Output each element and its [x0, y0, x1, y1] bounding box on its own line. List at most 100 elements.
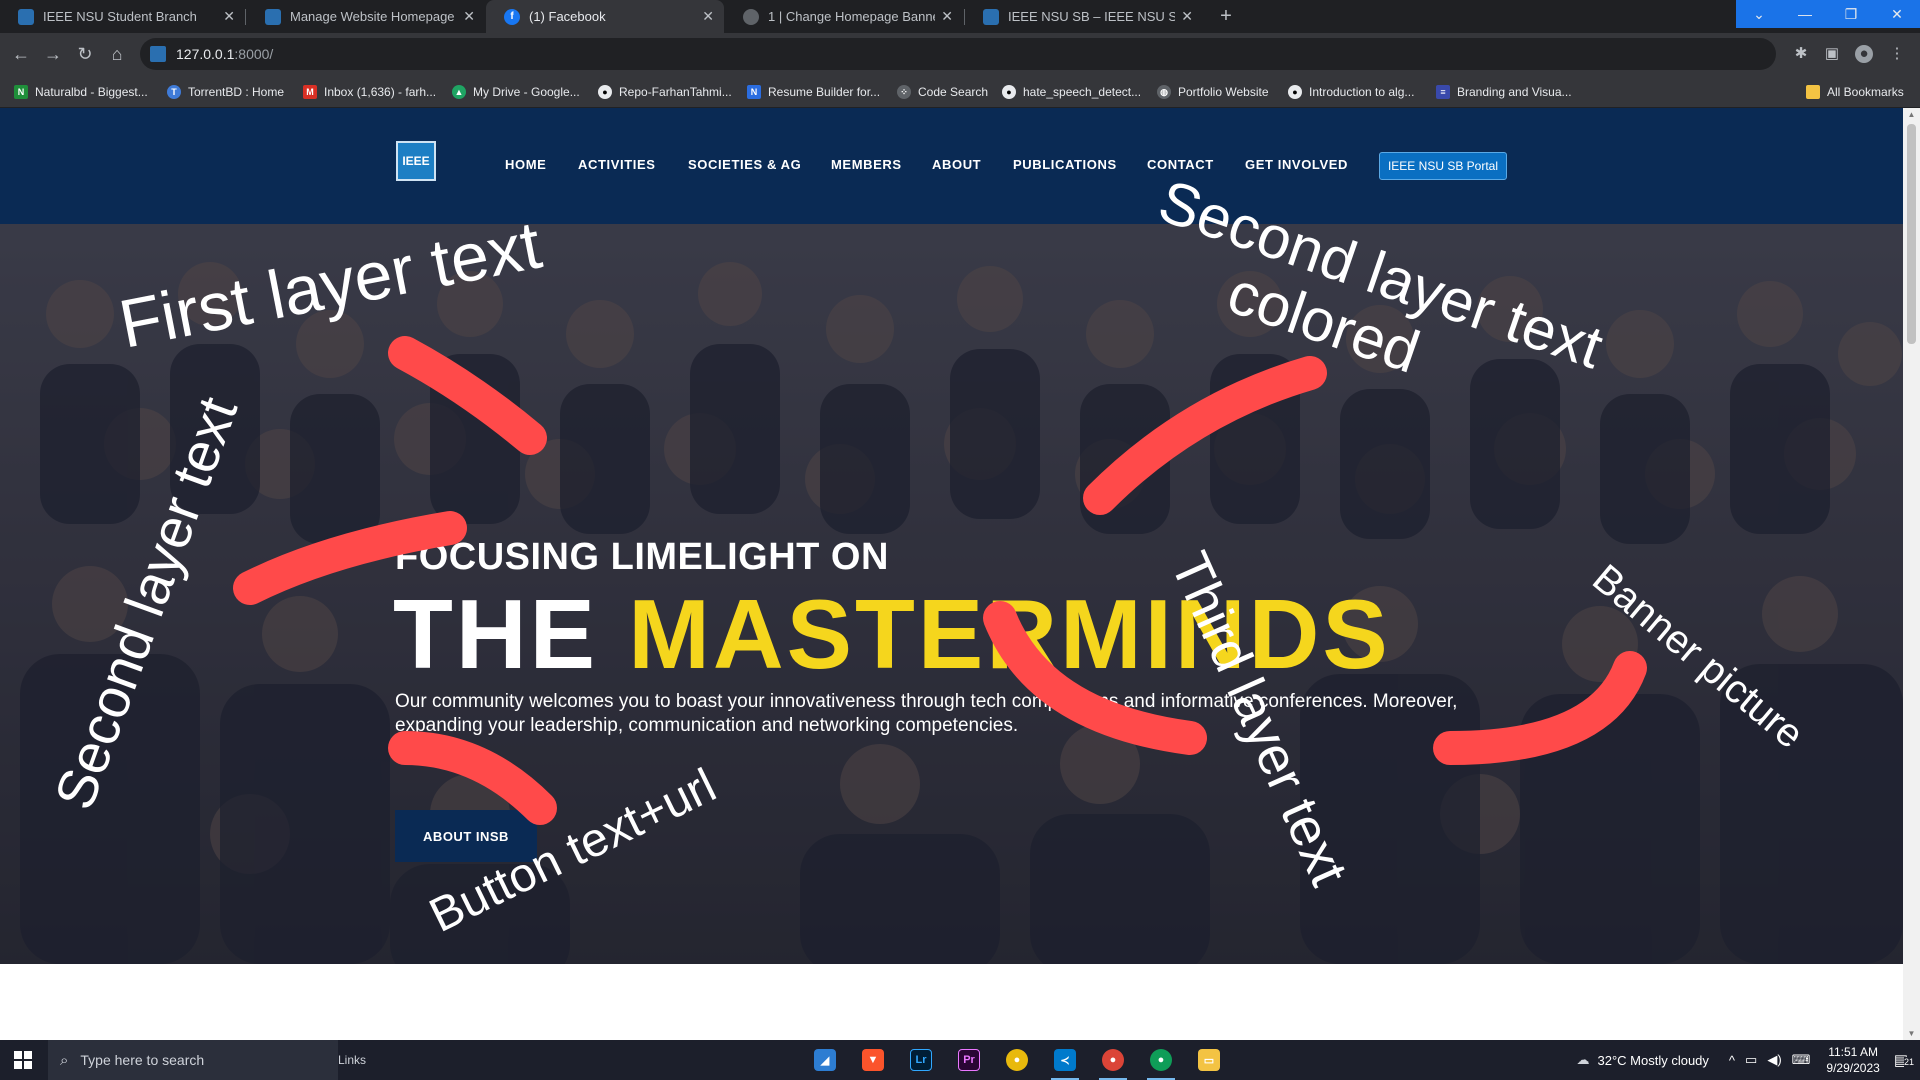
torrentbd-icon: T	[167, 85, 181, 99]
github-icon: ●	[598, 85, 612, 99]
site-info-icon[interactable]	[150, 46, 166, 62]
file-explorer-icon: ▭	[1198, 1049, 1220, 1071]
tab-title: IEEE NSU Student Branch	[43, 9, 197, 24]
tab-search-button[interactable]: ⌄	[1736, 0, 1782, 28]
annotation-stroke	[388, 731, 557, 825]
keyboard-icon[interactable]: ⌨	[1792, 1052, 1811, 1068]
back-arrow-icon[interactable]: ←	[9, 42, 33, 66]
forward-arrow-icon[interactable]: →	[41, 42, 65, 66]
chrome-menu-icon[interactable]: ⋮	[1888, 45, 1906, 63]
tab-title: 1 | Change Homepage Banner P	[768, 9, 935, 24]
web-page-viewport: IEEE HOME ACTIVITIES SOCIETIES & AG MEMB…	[0, 108, 1903, 1040]
show-hidden-icons-chevron-icon[interactable]: ^	[1729, 1053, 1735, 1068]
bookmark-label: My Drive - Google...	[473, 85, 580, 99]
bookmark-item[interactable]: ◍ Portfolio Website	[1157, 83, 1269, 101]
side-panel-icon[interactable]: ▣	[1823, 45, 1841, 63]
scroll-down-arrow-icon[interactable]: ▼	[1907, 1029, 1916, 1038]
browser-tab[interactable]: Manage Website Homepage | IE ✕	[247, 0, 485, 33]
ieee-favicon-icon	[18, 8, 34, 25]
bookmark-item[interactable]: ● Introduction to alg...	[1288, 83, 1414, 101]
close-icon[interactable]: ✕	[463, 8, 475, 25]
bookmark-item[interactable]: ≡ Branding and Visua...	[1436, 83, 1572, 101]
bookmark-item[interactable]: N Resume Builder for...	[747, 83, 880, 101]
bookmark-item[interactable]: N Naturalbd - Biggest...	[14, 83, 148, 101]
close-window-button[interactable]: ✕	[1874, 0, 1920, 28]
annotation-overlay: First layer text Second layer text Secon…	[42, 167, 1812, 943]
page-content-below-banner	[0, 964, 1903, 1040]
address-bar[interactable]: 127.0.0.1 :8000/	[140, 38, 1776, 70]
browser-tab-strip: IEEE NSU Student Branch ✕ Manage Website…	[0, 0, 1920, 33]
page-scrollbar[interactable]: ▲ ▼	[1903, 108, 1920, 1040]
close-icon[interactable]: ✕	[702, 8, 714, 25]
volume-icon[interactable]: ◀)	[1767, 1052, 1781, 1068]
lightroom-icon: Lr	[910, 1049, 932, 1071]
close-icon[interactable]: ✕	[223, 8, 235, 25]
gmail-icon: M	[303, 85, 317, 99]
annotation-first-layer: First layer text	[113, 207, 547, 363]
scroll-up-arrow-icon[interactable]: ▲	[1907, 110, 1916, 119]
naturalbd-icon: N	[14, 85, 28, 99]
taskbar-search[interactable]: ⌕ Type here to search	[48, 1040, 338, 1080]
tab-title: (1) Facebook	[529, 9, 606, 24]
browser-tab-active[interactable]: f (1) Facebook ✕	[486, 0, 724, 33]
close-icon[interactable]: ✕	[1181, 8, 1193, 25]
browser-tab[interactable]: IEEE NSU Student Branch ✕	[0, 0, 245, 33]
weather-cloud-icon[interactable]: ☁	[1577, 1052, 1590, 1068]
bookmark-label: Portfolio Website	[1178, 85, 1269, 99]
bookmark-label: Code Search	[918, 85, 989, 99]
browser-tab[interactable]: 1 | Change Homepage Banner P ✕	[725, 0, 963, 33]
taskbar-app[interactable]: ▼	[849, 1040, 897, 1080]
bookmark-label: Naturalbd - Biggest...	[35, 85, 148, 99]
bookmarks-bar: N Naturalbd - Biggest... T TorrentBD : Hom…	[0, 76, 1920, 108]
vscode-icon: ≺	[1054, 1049, 1076, 1071]
taskbar-clock[interactable]: 11:51 AM 9/29/2023	[1826, 1044, 1879, 1076]
close-icon[interactable]: ✕	[941, 8, 953, 25]
all-bookmarks-folder[interactable]: All Bookmarks	[1806, 83, 1904, 101]
links-toolbar[interactable]: Links	[338, 1040, 366, 1080]
bookmark-item[interactable]: ● hate_speech_detect...	[1002, 83, 1141, 101]
taskbar-app[interactable]: ●	[1089, 1040, 1137, 1080]
globe-icon	[743, 8, 759, 25]
taskbar-app[interactable]: ▭	[1185, 1040, 1233, 1080]
system-tray: ☁ 32°C Mostly cloudy ^ ▭ ◀) ⌨ 11:51 AM 9…	[1577, 1040, 1920, 1080]
premiere-pro-icon: Pr	[958, 1049, 980, 1071]
notification-center-icon[interactable]: ▤ 21	[1894, 1051, 1914, 1069]
extensions-puzzle-icon[interactable]: ✱	[1792, 45, 1810, 63]
taskbar-app[interactable]: ●	[1137, 1040, 1185, 1080]
profile-avatar[interactable]: ●	[1855, 45, 1873, 63]
bookmark-item[interactable]: T TorrentBD : Home	[167, 83, 284, 101]
taskbar-app[interactable]: ●	[993, 1040, 1041, 1080]
taskbar-app[interactable]: ◢	[801, 1040, 849, 1080]
annotation-second-layer-left: Second layer text	[42, 389, 249, 818]
code-search-icon: ⁘	[897, 85, 911, 99]
bookmark-item[interactable]: ▲ My Drive - Google...	[452, 83, 580, 101]
taskbar-app[interactable]: Lr	[897, 1040, 945, 1080]
windows-start-button[interactable]	[0, 1040, 46, 1080]
annotation-button: Button text+url	[422, 759, 725, 943]
annotation-stroke	[1083, 356, 1327, 515]
bookmark-label: All Bookmarks	[1827, 85, 1904, 99]
taskbar-app[interactable]: ≺	[1041, 1040, 1089, 1080]
browser-tab[interactable]: IEEE NSU SB – IEEE NSU Student ✕	[965, 0, 1203, 33]
reload-icon[interactable]: ↻	[73, 42, 97, 66]
restore-button[interactable]: ❐	[1828, 0, 1874, 28]
notification-count: 21	[1903, 1057, 1914, 1067]
bookmark-item[interactable]: ● Repo-FarhanTahmi...	[598, 83, 732, 101]
clock-time: 11:51 AM	[1828, 1045, 1879, 1059]
bookmark-item[interactable]: ⁘ Code Search	[897, 83, 988, 101]
weather-text[interactable]: 32°C Mostly cloudy	[1598, 1053, 1709, 1068]
annotation-stroke	[1433, 651, 1647, 765]
scrollbar-thumb[interactable]	[1907, 124, 1916, 344]
annotation-stroke	[233, 511, 467, 605]
bookmark-item[interactable]: M Inbox (1,636) - farh...	[303, 83, 436, 101]
chrome-icon: ●	[1006, 1049, 1028, 1071]
home-icon[interactable]: ⌂	[105, 42, 129, 66]
search-placeholder: Type here to search	[80, 1052, 205, 1068]
annotation-third-layer: Third layer text	[1159, 543, 1359, 894]
taskbar-app[interactable]: Pr	[945, 1040, 993, 1080]
annotation-stroke	[388, 336, 547, 455]
network-icon[interactable]: ▭	[1745, 1052, 1757, 1068]
new-tab-button[interactable]: +	[1216, 6, 1236, 26]
search-icon: ⌕	[60, 1051, 69, 1069]
minimize-button[interactable]: —	[1782, 0, 1828, 28]
